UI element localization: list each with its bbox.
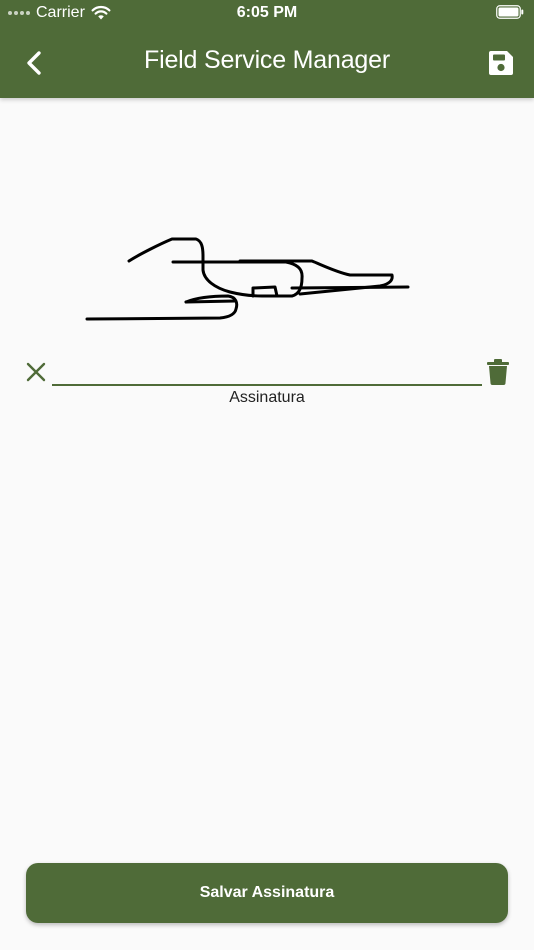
signature-stroke (85, 237, 410, 321)
page-title: Field Service Manager (144, 46, 390, 74)
delete-signature-button[interactable] (486, 358, 510, 386)
trash-icon (487, 359, 509, 385)
save-button[interactable] (484, 46, 518, 80)
floppy-disk-icon (489, 51, 513, 75)
status-bar: Carrier 6:05 PM (0, 0, 534, 26)
navigation-bar: Field Service Manager (0, 40, 534, 86)
signature-label: Assinatura (229, 389, 305, 406)
save-signature-button[interactable]: Salvar Assinatura (26, 863, 508, 923)
signature-line (52, 384, 482, 386)
status-time: 6:05 PM (236, 4, 298, 21)
close-icon (26, 362, 46, 382)
signature-pad[interactable] (0, 98, 534, 428)
battery-icon (496, 5, 524, 19)
app-header: Carrier 6:05 PM Field Service Manager (0, 0, 534, 98)
clear-signature-button[interactable] (24, 360, 48, 384)
